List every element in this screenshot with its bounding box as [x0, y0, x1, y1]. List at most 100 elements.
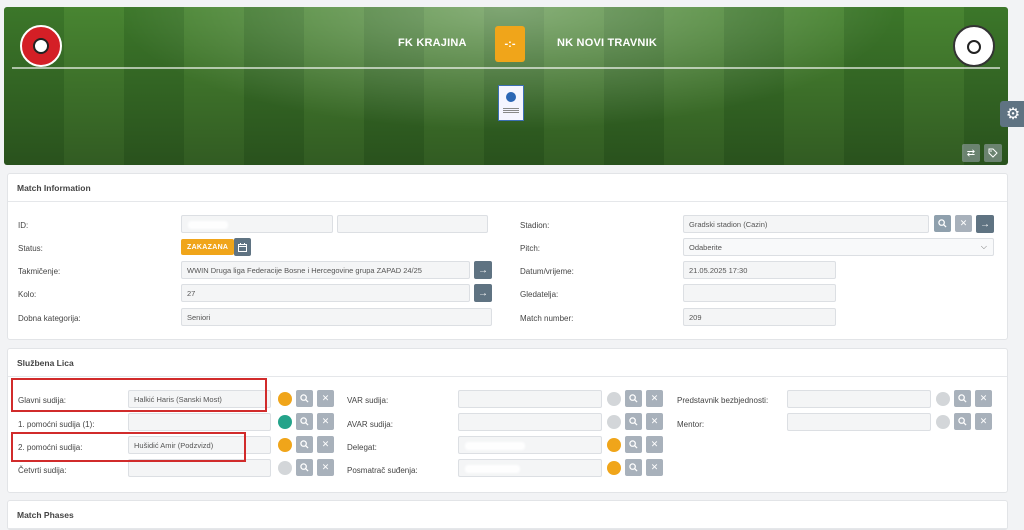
status-badge: ZAKAZANA [181, 239, 235, 255]
assistant-referee-1-label: 1. pomoćni sudija (1): [18, 420, 95, 429]
search-button[interactable] [625, 436, 642, 453]
search-icon [300, 440, 309, 449]
avar-referee-label: AVAR sudija: [347, 420, 393, 429]
delegate-field[interactable] [458, 436, 602, 454]
tag-icon[interactable] [984, 144, 1002, 162]
search-icon [629, 394, 638, 403]
spectators-label: Gledatelja: [520, 290, 559, 299]
search-icon [629, 440, 638, 449]
status-dot [936, 415, 950, 429]
status-label: Status: [18, 244, 43, 253]
clear-button[interactable]: ✕ [646, 413, 663, 430]
away-team-name: NK NOVI TRAVNIK [557, 37, 657, 49]
clear-button[interactable]: ✕ [975, 390, 992, 407]
search-button[interactable] [625, 413, 642, 430]
status-dot [607, 392, 621, 406]
age-category-label: Dobna kategorija: [18, 314, 81, 323]
referee-observer-label: Posmatrač suđenja: [347, 466, 418, 475]
id-secondary-field[interactable] [337, 215, 488, 233]
search-icon [958, 417, 967, 426]
security-representative-label: Predstavnik bezbjednosti: [677, 396, 769, 405]
status-dot [607, 438, 621, 452]
clear-button[interactable]: ✕ [317, 459, 334, 476]
pitch-select-value: Odaberite [689, 242, 722, 252]
age-category-field[interactable]: Seniori [181, 308, 492, 326]
clear-button[interactable]: ✕ [317, 413, 334, 430]
score-box[interactable]: -:- [495, 26, 525, 62]
search-icon [938, 219, 947, 228]
search-button[interactable] [296, 390, 313, 407]
officials-panel: Službena Lica Glavni sudija: Halkić Hari… [7, 348, 1008, 493]
gear-icon[interactable]: ⚙ [1000, 101, 1024, 127]
assistant-referee-1-field[interactable] [128, 413, 271, 431]
calendar-icon [238, 242, 247, 252]
status-dot [607, 461, 621, 475]
chevron-down-icon: ⌵ [980, 242, 987, 251]
referee-observer-field[interactable] [458, 459, 602, 477]
id-field[interactable] [181, 215, 333, 233]
search-button[interactable] [954, 413, 971, 430]
search-button[interactable] [296, 413, 313, 430]
competition-field[interactable]: WWIN Druga liga Federacije Bosne i Herce… [181, 261, 470, 279]
match-header-banner: FK KRAJINA -:- NK NOVI TRAVNIK ⇄ [4, 7, 1008, 165]
pitch-line [12, 67, 1000, 69]
search-icon [300, 417, 309, 426]
match-phases-panel: Match Phases [7, 500, 1008, 530]
match-number-label: Match number: [520, 314, 574, 323]
match-information-panel: Match Information ID: Status: ZAKAZANA T… [7, 173, 1008, 340]
search-button[interactable] [296, 459, 313, 476]
datetime-field[interactable]: 21.05.2025 17:30 [683, 261, 836, 279]
status-dot [607, 415, 621, 429]
id-label: ID: [18, 221, 29, 230]
panel-title: Match Information [8, 174, 1007, 202]
pitch-select[interactable]: Odaberite ⌵ [683, 238, 994, 256]
competition-go-button[interactable]: → [474, 261, 492, 279]
annotation-highlight-assistant-referee-2 [11, 432, 246, 462]
search-button[interactable] [625, 390, 642, 407]
search-button[interactable] [296, 436, 313, 453]
spectators-field[interactable] [683, 284, 836, 302]
clear-button[interactable]: ✕ [317, 436, 334, 453]
search-icon [300, 394, 309, 403]
clear-button[interactable]: ✕ [646, 436, 663, 453]
clear-button[interactable]: ✕ [317, 390, 334, 407]
status-dot [278, 461, 292, 475]
clear-button[interactable]: ✕ [646, 459, 663, 476]
nk-novi-travnik-crest-icon [953, 25, 995, 67]
mentor-field[interactable] [787, 413, 931, 431]
league-badge-icon [498, 85, 524, 121]
var-referee-label: VAR sudija: [347, 396, 389, 405]
calendar-button[interactable] [234, 238, 251, 256]
datetime-label: Datum/vrijeme: [520, 267, 574, 276]
stadium-go-button[interactable]: → [976, 215, 994, 233]
stadium-search-button[interactable] [934, 215, 951, 232]
round-go-button[interactable]: → [474, 284, 492, 302]
delegate-label: Delegat: [347, 443, 377, 452]
fourth-referee-label: Četvrti sudija: [18, 466, 67, 475]
match-number-field[interactable]: 209 [683, 308, 836, 326]
stadium-field[interactable]: Gradski stadion (Cazin) [683, 215, 929, 233]
search-icon [629, 463, 638, 472]
status-dot [278, 415, 292, 429]
search-icon [958, 394, 967, 403]
search-icon [300, 463, 309, 472]
status-dot [278, 392, 292, 406]
home-team-name: FK KRAJINA [398, 37, 467, 49]
fk-krajina-crest-icon [20, 25, 62, 67]
security-representative-field[interactable] [787, 390, 931, 408]
status-dot [936, 392, 950, 406]
mentor-label: Mentor: [677, 420, 705, 429]
var-referee-field[interactable] [458, 390, 602, 408]
avar-referee-field[interactable] [458, 413, 602, 431]
search-button[interactable] [625, 459, 642, 476]
stadium-label: Stadion: [520, 221, 550, 230]
status-dot [278, 438, 292, 452]
search-icon [629, 417, 638, 426]
pitch-label: Pitch: [520, 244, 541, 253]
swap-icon[interactable]: ⇄ [962, 144, 980, 162]
round-field[interactable]: 27 [181, 284, 470, 302]
clear-button[interactable]: ✕ [646, 390, 663, 407]
clear-button[interactable]: ✕ [975, 413, 992, 430]
search-button[interactable] [954, 390, 971, 407]
stadium-clear-button[interactable]: ✕ [955, 215, 972, 232]
